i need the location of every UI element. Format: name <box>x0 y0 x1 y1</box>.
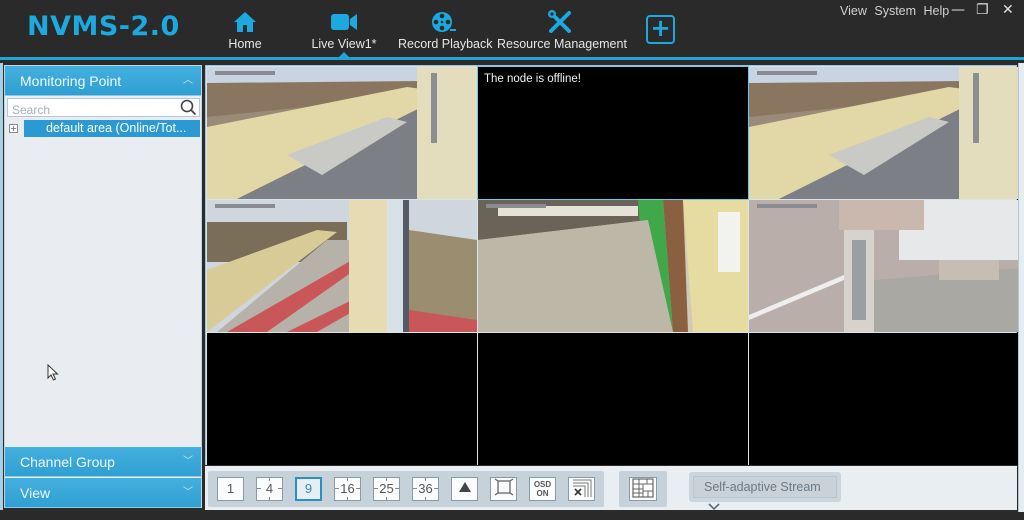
active-tab-indicator <box>337 52 351 59</box>
triangle-up-icon <box>458 482 471 492</box>
layout-1-button[interactable]: 1 <box>217 477 244 501</box>
layout-manager-group <box>619 471 667 507</box>
video-cell-5[interactable] <box>478 200 748 332</box>
expand-icon[interactable]: + <box>9 124 18 133</box>
video-cell-1[interactable] <box>207 67 477 199</box>
menu-help[interactable]: Help <box>924 4 950 18</box>
close-all-button[interactable] <box>568 477 595 501</box>
tree-item-label[interactable]: default area (Online/Tot... <box>24 120 200 137</box>
video-camera-icon <box>308 10 380 34</box>
menu-system[interactable]: System <box>874 4 916 18</box>
video-cell-2[interactable]: The node is offline! <box>477 66 749 200</box>
layout-16-button[interactable]: 16 <box>334 477 361 501</box>
camera-feed-terrace <box>207 67 477 199</box>
home-icon <box>225 10 265 34</box>
camera-feed-walkway <box>207 200 477 332</box>
fullscreen-icon <box>494 478 513 496</box>
layout-9-button[interactable]: 9 <box>295 477 322 501</box>
close-all-icon <box>572 479 591 497</box>
chevron-down-icon: ﹀ <box>183 456 193 467</box>
add-view-button[interactable]: + <box>646 15 675 44</box>
video-grid: The node is offline! <box>205 65 1019 465</box>
fullscreen-button[interactable] <box>490 477 517 501</box>
top-bar: NVMS-2.0 Home Live View1* Record Playbac… <box>0 0 1024 60</box>
camera-feed-building <box>749 200 1019 332</box>
film-reel-icon <box>398 10 490 34</box>
video-cell-9[interactable] <box>749 333 1019 465</box>
custom-layout-button[interactable] <box>451 477 478 501</box>
video-cell-3[interactable] <box>749 67 1019 199</box>
stream-type-select[interactable]: Self-adaptive Stream <box>689 472 841 511</box>
nav-record-playback[interactable]: Record Playback <box>398 10 493 51</box>
search-box <box>7 98 200 120</box>
grid-layout-icon <box>632 478 654 498</box>
taskbar-strip <box>0 512 1024 520</box>
chevron-down-icon <box>708 503 720 511</box>
video-cell-8[interactable] <box>478 333 748 465</box>
menu-view[interactable]: View <box>840 4 867 18</box>
close-button[interactable]: ✕ <box>1002 2 1014 18</box>
view-header[interactable]: View ﹀ <box>5 478 201 508</box>
video-cell-4[interactable] <box>207 200 477 332</box>
system-menu: View System Help <box>840 4 953 18</box>
layout-4-button[interactable]: 4 <box>256 477 283 501</box>
layout-button-group: 1 4 9 16 25 36 OSD ON <box>208 471 604 507</box>
video-cell-7[interactable] <box>207 333 477 465</box>
layout-36-button[interactable]: 36 <box>412 477 439 501</box>
layout-25-button[interactable]: 25 <box>373 477 400 501</box>
right-border <box>1018 63 1024 512</box>
chevron-down-icon: ﹀ <box>183 487 193 498</box>
restore-button[interactable]: ❐ <box>976 2 989 18</box>
layout-manager-button[interactable] <box>629 477 657 501</box>
osd-toggle-button[interactable]: OSD ON <box>529 477 556 501</box>
nav-live-view[interactable]: Live View1* <box>308 10 380 51</box>
channel-group-header[interactable]: Channel Group ﹀ <box>5 447 201 477</box>
minimize-button[interactable]: — <box>951 2 965 18</box>
monitoring-point-header[interactable]: Monitoring Point ︿ <box>5 66 201 96</box>
tree-item-default-area: + default area (Online/Tot... <box>9 120 200 137</box>
tools-icon <box>497 10 623 34</box>
bottom-toolbar: 1 4 9 16 25 36 OSD ON Self-adaptive Stre… <box>205 466 1017 511</box>
left-panel: Monitoring Point ︿ + default area (Onlin… <box>4 65 202 508</box>
search-icon[interactable] <box>180 99 197 120</box>
left-border <box>0 63 3 510</box>
offline-message: The node is offline! <box>484 73 581 85</box>
chevron-up-icon: ︿ <box>183 75 193 86</box>
app-logo: NVMS-2.0 <box>27 11 180 42</box>
camera-feed-hall <box>478 200 748 332</box>
nvms-app-window: NVMS-2.0 Home Live View1* Record Playbac… <box>0 0 1024 520</box>
nav-resource-management[interactable]: Resource Management <box>497 10 627 51</box>
video-cell-6[interactable] <box>749 200 1019 332</box>
mouse-cursor-icon <box>47 363 59 385</box>
camera-feed-terrace <box>749 67 1019 199</box>
nav-home[interactable]: Home <box>225 10 265 51</box>
search-input[interactable] <box>8 101 178 119</box>
